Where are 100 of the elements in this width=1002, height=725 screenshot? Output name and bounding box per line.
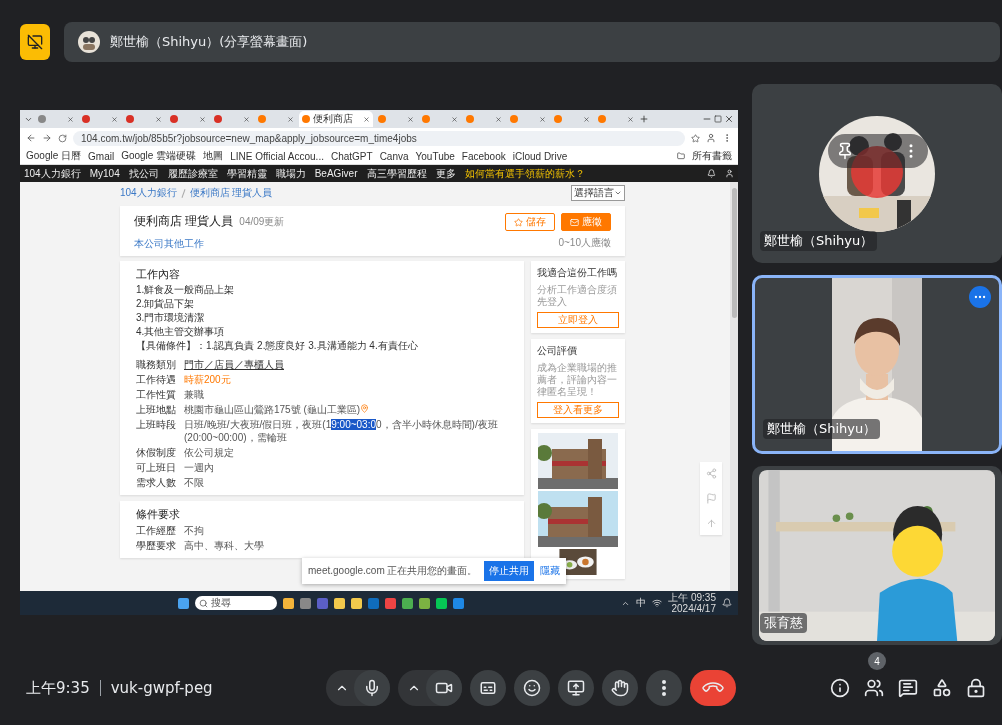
breadcrumb-link[interactable]: 104人力銀行 [120,186,177,200]
raise-hand-button[interactable] [602,670,638,706]
favicon-icon [510,115,518,123]
bookmark[interactable]: 地圖 [203,149,224,163]
app-icon[interactable] [452,597,464,609]
close-icon[interactable] [363,115,370,123]
close-icon[interactable] [495,115,502,123]
search-icon [198,598,208,608]
maximize-icon[interactable] [714,115,722,123]
close-icon[interactable] [155,115,162,123]
bookmark[interactable]: YouTube [415,150,455,162]
microphone-button[interactable] [354,670,390,706]
app-icon[interactable] [384,597,396,609]
ime-indicator[interactable]: 中 [636,596,647,610]
new-tab-icon[interactable] [639,114,649,124]
more-options-button[interactable] [646,670,682,706]
field-value: 依公司規定 [184,446,234,459]
people-icon [864,678,884,698]
close-icon[interactable] [627,115,634,123]
app-icon[interactable] [435,597,447,609]
close-icon[interactable] [451,115,458,123]
forward-icon[interactable] [42,133,52,143]
bell-icon[interactable] [707,169,716,178]
browser-tab[interactable]: 便利商店 [299,111,373,127]
mail-icon [570,217,579,227]
taskbar-clock[interactable]: 上午 09:35 2024/4/17 [668,592,716,614]
category-link[interactable]: 門市／店員／專櫃人員 [184,358,284,371]
end-call-button[interactable] [690,670,736,706]
chat-button[interactable] [898,678,918,698]
more-options-button[interactable] [969,286,991,308]
field-value: 不拘 [184,524,204,537]
favicon-icon [598,115,606,123]
bookmark[interactable]: Google 日曆 [26,149,82,163]
bookmark[interactable]: ChatGPT [330,150,373,162]
stop-sharing-button[interactable]: 停止共用 [483,561,534,581]
taskbar-search[interactable]: 搜尋 [194,596,277,610]
activities-button[interactable] [932,678,952,698]
reload-icon[interactable] [58,133,67,143]
nav-link[interactable]: 104人力銀行 [24,166,81,181]
app-icon[interactable] [401,597,413,609]
close-icon[interactable] [539,115,546,123]
language-select[interactable]: 選擇語言 [571,185,625,201]
back-icon[interactable] [26,133,36,143]
camera-button[interactable] [426,670,462,706]
app-icon[interactable] [299,597,311,609]
star-icon[interactable] [691,133,700,143]
description-line: 3.門市環境清潔 [136,311,206,324]
profile-icon[interactable] [706,133,716,143]
info-button[interactable] [830,678,850,698]
bookmark[interactable]: Facebook [461,150,506,162]
nav-link[interactable]: 學習精靈 [226,166,267,181]
favicon-icon [302,115,310,123]
field-label: 工作經歷 [136,524,176,537]
hide-link[interactable]: 隱藏 [539,564,560,578]
nav-link[interactable]: BeAGiver [314,168,358,179]
presentation-button[interactable] [20,24,50,60]
map-pin-icon[interactable] [360,404,370,413]
bookmark[interactable]: LINE Official Accou... [230,150,324,162]
section-title: 工作內容 [136,267,181,282]
other-jobs-link[interactable]: 本公司其他工作 [134,237,204,251]
field-value: 高中、專科、大學 [184,539,264,552]
host-controls-button[interactable] [966,678,986,698]
captions-button[interactable] [470,670,506,706]
card-hint: 分析工作適合度須先登入 [537,284,618,308]
present-button[interactable] [558,670,594,706]
close-icon[interactable] [407,115,414,123]
bookmark[interactable]: Google 雲端硬碟 [121,149,197,163]
notification-icon[interactable] [722,598,732,608]
meeting-time: 上午9:35 [26,678,90,698]
favicon-icon [82,115,90,123]
start-icon[interactable] [177,597,189,609]
close-icon[interactable] [724,114,734,124]
nav-link[interactable]: 履歷診療室 [167,166,218,181]
close-icon[interactable] [287,115,294,123]
user-icon[interactable] [725,169,734,178]
close-icon[interactable] [243,115,250,123]
nav-link[interactable]: My104 [89,168,120,179]
network-icon[interactable] [652,598,663,608]
nav-link[interactable]: 更多 [435,166,456,181]
app-icon[interactable] [350,597,362,609]
app-icon[interactable] [333,597,345,609]
nav-link[interactable]: 高三學習歷程 [366,166,427,181]
all-bookmarks[interactable]: 所有書籤 [692,149,732,163]
breadcrumb-link[interactable]: 便利商店 理貨人員 [189,186,273,200]
close-icon[interactable] [67,115,74,123]
address-bar[interactable]: 104.com.tw/job/85b5r?jobsource=new_map&apply_jobsource=m_time4jobs [73,130,685,146]
bookmark[interactable]: iCloud Drive [512,150,568,162]
pin-icon[interactable] [836,142,854,160]
nav-link[interactable]: 職場力 [275,166,306,181]
app-icon[interactable] [418,597,430,609]
emoji-button[interactable] [514,670,550,706]
close-icon[interactable] [583,115,590,123]
meeting-code: vuk-gwpf-peg [110,679,213,697]
app-icon[interactable] [282,597,294,609]
close-icon[interactable] [111,115,118,123]
nav-link[interactable]: 找公司 [128,166,159,181]
close-icon[interactable] [199,115,206,123]
promo-link[interactable]: 如何當有選手領薪的薪水？ [464,166,585,181]
bookmark[interactable]: Canva [379,150,409,162]
bookmark[interactable]: Gmail [88,150,115,162]
